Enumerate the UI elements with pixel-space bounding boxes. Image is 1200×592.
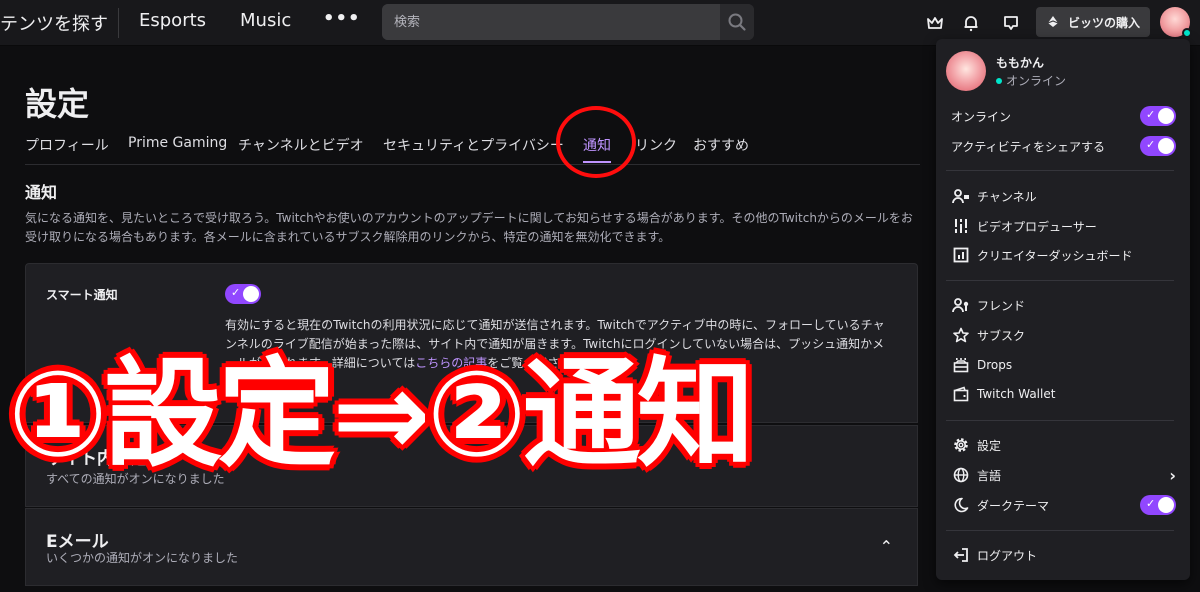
tab-channel-and-videos[interactable]: チャンネルとビデオ <box>238 135 364 155</box>
dark-theme-toggle[interactable] <box>1140 495 1176 515</box>
menu-item-label: クリエイターダッシュボード <box>977 248 1133 263</box>
tab-security-and-privacy[interactable]: セキュリティとプライバシー <box>383 135 564 155</box>
channel-icon <box>952 189 969 204</box>
buy-bits-button[interactable]: ビッツの購入 <box>1036 7 1150 37</box>
search-bar <box>382 4 754 40</box>
settings-page: 設定 プロフィール Prime Gaming チャンネルとビデオ セキュリティと… <box>0 47 935 592</box>
email-notifications-card[interactable]: Eメール いくつかの通知がオンになりました ⌃ <box>25 508 918 586</box>
whispers-button[interactable] <box>998 10 1024 36</box>
online-toggle[interactable] <box>1140 106 1176 126</box>
search-input[interactable] <box>382 4 720 40</box>
help-article-link[interactable]: こちらの記事 <box>415 356 487 370</box>
smart-notifications-label: スマート通知 <box>46 288 118 302</box>
more-menu-button[interactable]: ••• <box>323 8 361 29</box>
section-description: 気になる通知を、見たいところで受け取ろう。Twitchやお使いのアカウントのアッ… <box>25 211 913 244</box>
online-status-dot <box>1182 28 1192 38</box>
star-icon <box>953 327 969 343</box>
menu-item-creator-dashboard[interactable]: クリエイターダッシュボード <box>951 244 1176 266</box>
menu-item-label: フレンド <box>977 298 1026 313</box>
menu-divider <box>946 170 1174 171</box>
settings-tabs: プロフィール Prime Gaming チャンネルとビデオ セキュリティとプライ… <box>25 135 920 165</box>
tab-prime-gaming[interactable]: Prime Gaming <box>128 135 227 151</box>
menu-avatar <box>946 51 986 91</box>
page-title: 設定 <box>25 85 90 123</box>
smart-notifications-card: スマート通知 有効にすると現在のTwitchの利用状況に応じて通知が送信されます… <box>25 263 918 423</box>
menu-item-channel[interactable]: チャンネル <box>951 185 1176 207</box>
online-toggle-row: オンライン <box>951 105 1176 127</box>
menu-divider <box>946 530 1174 531</box>
menu-item-label: サブスク <box>977 328 1026 343</box>
menu-item-twitch-wallet[interactable]: Twitch Wallet <box>951 383 1176 405</box>
menu-item-settings[interactable]: 設定 <box>951 434 1176 456</box>
share-activity-row: アクティビティをシェアする <box>951 135 1176 157</box>
chevron-right-icon: › <box>1169 465 1176 485</box>
menu-item-subscriptions[interactable]: サブスク <box>951 324 1176 346</box>
smart-desc-text-2: をご覧ください。 <box>487 356 584 370</box>
menu-status-label: オンライン <box>1006 74 1067 88</box>
tab-profile[interactable]: プロフィール <box>25 135 109 155</box>
tab-recommendations[interactable]: おすすめ <box>693 135 749 155</box>
bits-gem-icon <box>1047 16 1059 27</box>
menu-item-label: 言語 <box>977 468 1002 483</box>
menu-item-label: チャンネル <box>977 189 1037 204</box>
buy-bits-label: ビッツの購入 <box>1067 15 1140 30</box>
nav-divider <box>118 8 119 38</box>
menu-item-label: Drops <box>977 358 1013 372</box>
globe-icon <box>953 467 969 483</box>
friends-icon <box>952 298 969 313</box>
user-dropdown-menu: ももかん オンライン オンライン アクティビティをシェアする チャンネル ビデオ… <box>936 39 1190 580</box>
notifications-button[interactable] <box>958 10 984 36</box>
wallet-icon <box>953 386 969 402</box>
menu-item-dark-theme: ダークテーマ <box>951 494 1176 516</box>
online-dot-icon <box>996 77 1002 84</box>
menu-divider <box>946 280 1174 281</box>
moon-icon <box>954 497 969 513</box>
menu-item-friends[interactable]: フレンド <box>951 294 1176 316</box>
crown-icon <box>927 17 943 29</box>
menu-item-logout[interactable]: ログアウト <box>951 544 1176 566</box>
menu-item-video-producer[interactable]: ビデオプロデューサー <box>951 215 1176 237</box>
email-notifications-status: いくつかの通知がオンになりました <box>46 551 239 565</box>
menu-username: ももかん <box>996 56 1045 70</box>
menu-item-label: ログアウト <box>977 548 1038 563</box>
nav-music-link[interactable]: Music <box>240 10 291 31</box>
dashboard-icon <box>953 247 969 263</box>
search-icon <box>728 13 746 31</box>
smart-notifications-toggle[interactable] <box>225 284 261 304</box>
logout-icon <box>953 548 968 562</box>
menu-item-drops[interactable]: Drops <box>951 354 1176 376</box>
prime-crown-button[interactable] <box>922 10 948 36</box>
menu-divider <box>946 420 1174 421</box>
nav-browse-link[interactable]: テンツを探す <box>0 10 108 36</box>
tab-connections[interactable]: リンク <box>635 135 677 155</box>
chat-bubble-icon <box>1004 16 1018 30</box>
sliders-icon <box>954 219 968 233</box>
menu-item-label: Twitch Wallet <box>977 387 1056 401</box>
online-label: オンライン <box>951 109 1012 124</box>
gear-icon <box>954 438 968 452</box>
chevron-up-icon[interactable]: ⌃ <box>880 537 893 556</box>
onsite-notifications-card[interactable]: サイト内の通知 すべての通知がオンになりました <box>25 425 918 507</box>
share-activity-toggle[interactable] <box>1140 136 1176 156</box>
section-title: 通知 <box>25 183 58 202</box>
share-activity-label: アクティビティをシェアする <box>951 139 1105 154</box>
menu-item-label: ビデオプロデューサー <box>977 219 1097 234</box>
onsite-notifications-status: すべての通知がオンになりました <box>46 472 225 486</box>
smart-notifications-description: 有効にすると現在のTwitchの利用状況に応じて通知が送信されます。Twitch… <box>225 316 895 373</box>
drops-icon <box>953 358 969 373</box>
onsite-notifications-title: サイト内の通知 <box>46 449 165 469</box>
menu-item-label: ダークテーマ <box>977 498 1050 513</box>
nav-esports-link[interactable]: Esports <box>139 10 206 31</box>
menu-status: オンライン <box>996 72 1066 89</box>
menu-item-language[interactable]: 言語 › <box>951 464 1176 486</box>
search-button[interactable] <box>720 4 754 40</box>
bell-icon <box>964 16 978 32</box>
menu-item-label: 設定 <box>977 438 1002 453</box>
tab-notifications[interactable]: 通知 <box>583 135 611 163</box>
